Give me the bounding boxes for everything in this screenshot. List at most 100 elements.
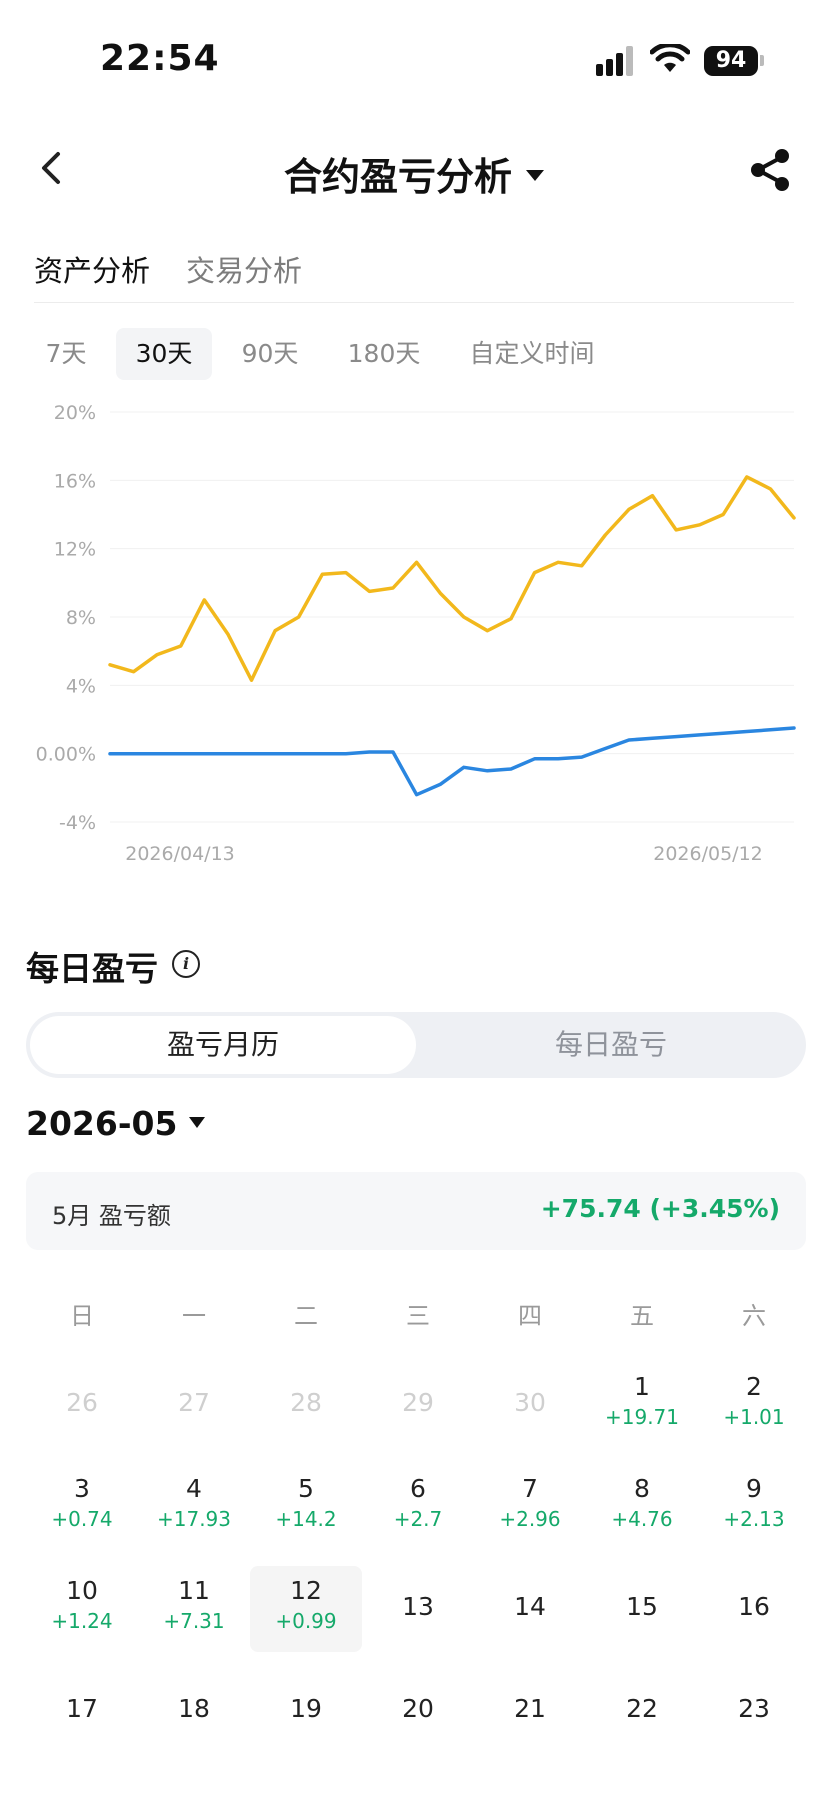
share-icon[interactable] [748,148,792,192]
calendar-day-number: 16 [738,1592,770,1621]
calendar-day-number: 14 [514,1592,546,1621]
calendar-day[interactable]: 9 +2.13 [698,1464,810,1550]
calendar-day[interactable]: 20 [362,1668,474,1754]
range-90d[interactable]: 90天 [230,328,310,380]
page-title-text: 合约盈亏分析 [283,155,512,199]
calendar-day-number: 19 [290,1694,322,1723]
month-dropdown-icon [189,1117,206,1128]
range-custom[interactable]: 自定义时间 [462,328,602,380]
calendar-day: 28 [250,1362,362,1448]
calendar-day: 26 [26,1362,138,1448]
calendar-day[interactable]: 22 [586,1668,698,1754]
y-tick-label: 4% [66,675,96,697]
weekday-label: 二 [294,1302,318,1330]
calendar-day-number: 17 [66,1694,98,1723]
summary-label: 5月 盈亏额 [52,1202,171,1230]
calendar-day[interactable]: 13 [362,1566,474,1652]
tab-asset-analysis[interactable]: 资产分析 [34,248,150,290]
calendar-day-number: 9 [746,1474,762,1503]
calendar-day-pnl: +2.96 [499,1507,561,1531]
month-selector-text: 2026-05 [26,1104,178,1143]
calendar-day-number: 7 [522,1474,538,1503]
month-selector[interactable]: 2026-05 [26,1104,206,1143]
calendar-day[interactable]: 2 +1.01 [698,1362,810,1448]
info-icon[interactable]: i [172,950,200,978]
status-time: 22:54 [100,38,220,79]
calendar-day-number: 5 [298,1474,314,1503]
page-title[interactable]: 合约盈亏分析 [0,146,828,201]
series-line-blue [108,726,796,797]
calendar-day[interactable]: 6 +2.7 [362,1464,474,1550]
calendar-day-pnl: +2.13 [723,1507,785,1531]
calendar-day[interactable]: 23 [698,1668,810,1754]
daily-pnl-title: 每日盈亏 [26,949,158,988]
calendar-day-number: 1 [634,1372,650,1401]
view-segmented-control: 盈亏月历 每日盈亏 [26,1012,806,1078]
calendar-day-number: 21 [514,1694,546,1723]
y-tick-label: 0.00% [36,744,96,766]
calendar-day-number: 2 [746,1372,762,1401]
calendar-day-pnl: +0.74 [51,1507,113,1531]
summary-value: +75.74 (+3.45%) [540,1194,780,1223]
calendar-day-pnl: +1.24 [51,1609,113,1633]
calendar-day-number: 6 [410,1474,426,1503]
calendar-day[interactable]: 5 +14.2 [250,1464,362,1550]
calendar-day[interactable]: 10 +1.24 [26,1566,138,1652]
y-tick-label: 12% [54,539,96,561]
tab-trade-analysis[interactable]: 交易分析 [186,248,302,290]
calendar-day-pnl: +19.71 [604,1405,679,1429]
calendar-day[interactable]: 15 [586,1566,698,1652]
calendar-day-number: 23 [738,1694,770,1723]
pnl-line-chart[interactable]: 20% 16% 12% 8% 4% 0.00% -4% 2026/04/13 2026/05… [0,390,828,870]
y-tick-label: 16% [54,470,96,492]
calendar-day[interactable]: 14 [474,1566,586,1652]
calendar-day-number: 8 [634,1474,650,1503]
calendar-day[interactable]: 7 +2.96 [474,1464,586,1550]
segment-pnl-calendar[interactable]: 盈亏月历 [30,1016,416,1074]
calendar-day-pnl: +7.31 [163,1609,225,1633]
calendar-day-pnl: +2.7 [393,1507,443,1531]
calendar-day-number: 20 [402,1694,434,1723]
calendar-day-pnl: +1.01 [723,1405,785,1429]
calendar-day[interactable]: 17 [26,1668,138,1754]
calendar-day[interactable]: 16 [698,1566,810,1652]
calendar-day-number: 26 [66,1388,98,1417]
battery-tip [760,55,764,66]
title-dropdown-icon[interactable] [526,170,544,181]
calendar-day-pnl: +14.2 [275,1507,337,1531]
calendar-day[interactable]: 3 +0.74 [26,1464,138,1550]
calendar-day-number: 13 [402,1592,434,1621]
weekday-label: 六 [742,1302,766,1330]
calendar-day[interactable]: 11 +7.31 [138,1566,250,1652]
weekday-label: 日 [70,1302,94,1330]
calendar-day-number: 22 [626,1694,658,1723]
range-7d[interactable]: 7天 [34,328,98,380]
calendar-day-number: 29 [402,1388,434,1417]
battery-icon: 94 [704,46,758,76]
calendar-day-pnl: +4.76 [611,1507,673,1531]
range-180d[interactable]: 180天 [336,328,432,380]
tab-divider [34,302,794,303]
calendar-day[interactable]: 18 [138,1668,250,1754]
calendar-day-pnl: +17.93 [156,1507,231,1531]
calendar-day-number: 15 [626,1592,658,1621]
segment-daily-pnl[interactable]: 每日盈亏 [420,1016,802,1074]
calendar-day[interactable]: 21 [474,1668,586,1754]
series-line-yellow [108,475,796,682]
calendar-day[interactable]: 12 +0.99 [250,1566,362,1652]
calendar-day-number: 4 [186,1474,202,1503]
weekday-label: 五 [630,1302,654,1330]
weekday-label: 三 [406,1302,430,1330]
y-tick-label: 8% [66,607,96,629]
calendar-day: 29 [362,1362,474,1448]
calendar-day[interactable]: 4 +17.93 [138,1464,250,1550]
range-30d[interactable]: 30天 [116,328,212,380]
calendar-day-number: 18 [178,1694,210,1723]
y-tick-label: 20% [54,402,96,424]
x-tick-start: 2026/04/13 [125,843,235,865]
calendar-day-number: 11 [178,1576,210,1605]
calendar-day[interactable]: 8 +4.76 [586,1464,698,1550]
calendar-day[interactable]: 1 +19.71 [586,1362,698,1448]
calendar-day[interactable]: 19 [250,1668,362,1754]
calendar-day-number: 10 [66,1576,98,1605]
